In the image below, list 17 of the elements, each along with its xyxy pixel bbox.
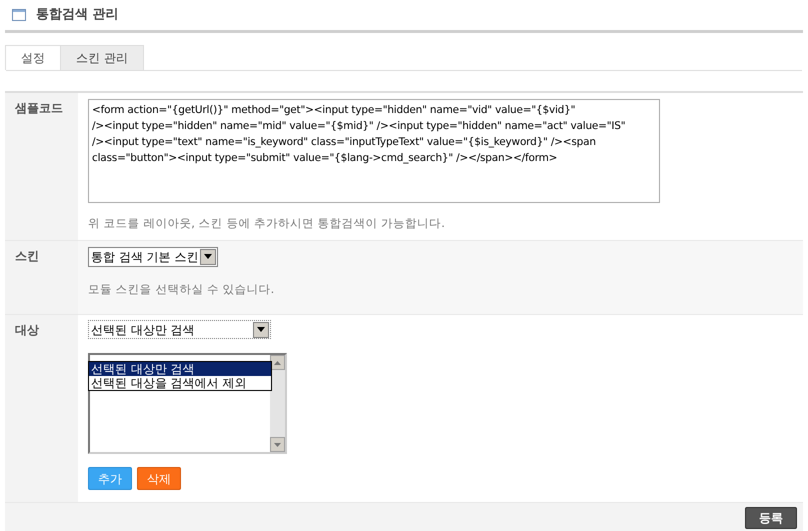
- window-icon: [12, 8, 26, 21]
- submit-button[interactable]: 등록: [745, 507, 797, 529]
- skin-select[interactable]: 통합 검색 기본 스킨: [88, 246, 218, 267]
- tab[interactable]: 스킨 관리: [60, 44, 144, 70]
- target-select[interactable]: 선택된 대상만 검색: [88, 320, 271, 339]
- help-text: 위 코드를 레이아웃, 스킨 등에 추가하시면 통합검색이 가능합니다.: [88, 214, 446, 232]
- field-label: 스킨: [15, 248, 39, 263]
- dropdown-option[interactable]: 선택된 대상만 검색: [89, 362, 271, 376]
- code-textarea[interactable]: <form action="{getUrl()}" method="get"><input type="hidden" name="vid" value="{$vid}" /><input type="hidden" name="mid" value="{$mid}" /><input type="hidden" name="act" value="IS" /><input type="text" name="is_keyword" class="inputTypeText" value="{$is_keyword}" /><span class="button"><input type="submit" value="{$lang->cmd_search}" /></span></form>: [88, 98, 660, 202]
- field-label: 샘플코드: [15, 100, 63, 114]
- tab[interactable]: 설정: [5, 44, 61, 70]
- scroll-up-icon[interactable]: [270, 355, 285, 370]
- page-title: 통합검색 관리: [36, 6, 119, 24]
- field-label: 대상: [15, 323, 39, 337]
- help-text: 모듈 스킨을 선택하실 수 있습니다.: [88, 280, 276, 298]
- scroll-down-icon[interactable]: [270, 437, 285, 452]
- dropdown-option[interactable]: 선택된 대상을 검색에서 제외: [89, 376, 271, 390]
